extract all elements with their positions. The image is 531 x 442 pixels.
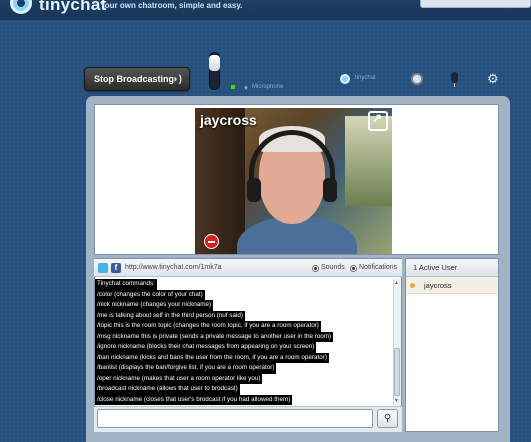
user-name[interactable]: jaycross — [424, 281, 452, 290]
chat-line: /broadcast nickname (allows that user to… — [95, 384, 240, 395]
notifications-label: Notifications — [359, 264, 398, 271]
mic-level-indicator — [230, 84, 236, 90]
fullscreen-icon[interactable] — [368, 111, 388, 131]
video-username: jaycross — [200, 112, 257, 128]
chat-line: /close nickname (closes that user's brod… — [95, 394, 293, 405]
scroll-down-icon[interactable]: ▼ — [394, 398, 399, 404]
stop-broadcasting-button[interactable]: Stop Broadcasting ◗) — [84, 67, 190, 91]
chat-line: /topic this is the room topic (changes t… — [95, 321, 321, 332]
video-headset-right — [323, 178, 337, 202]
chat-line: /ignore nickname (blocks their chat mess… — [95, 342, 317, 353]
webcam-icon[interactable] — [411, 73, 423, 85]
room-link[interactable]: http://www.tinychat.com/1mk7a — [125, 264, 221, 271]
close-video-icon[interactable] — [204, 234, 219, 249]
sounds-radio[interactable] — [312, 265, 319, 272]
volume-slider-knob[interactable] — [209, 55, 220, 71]
magnifier-icon: ⚲ — [383, 413, 392, 424]
chat-input[interactable] — [97, 409, 373, 428]
chat-line: /ban nickname (kicks and bans the user f… — [95, 352, 329, 363]
user-status-dot — [410, 283, 415, 288]
send-button[interactable]: ⚲ — [377, 409, 398, 428]
video-headset-left — [247, 178, 261, 202]
tinychat-mini-icon[interactable] — [340, 74, 350, 84]
video-bookshelf — [195, 108, 245, 254]
gear-icon[interactable]: ⚙ — [487, 71, 499, 87]
stop-broadcasting-label: Stop Broadcasting — [94, 74, 175, 84]
chat-line: /me is talking about self in the third p… — [95, 310, 245, 321]
microphone-stand — [454, 83, 455, 87]
chat-line: /banlist (displays the ban/forgive list,… — [95, 363, 277, 374]
tagline: Your own chatroom, simple and easy. — [100, 1, 243, 10]
chat-line: /color (changes the color of your chat) — [95, 289, 205, 300]
tinychat-mini-label: tinychat — [355, 75, 376, 81]
twitter-icon[interactable] — [98, 263, 108, 273]
chat-line: /oper nickname (makes that user a room o… — [95, 373, 263, 384]
user-list-item[interactable] — [406, 277, 498, 294]
notifications-radio[interactable] — [350, 265, 357, 272]
microphone-label: Microphone — [252, 84, 284, 90]
facebook-icon[interactable]: f — [111, 263, 121, 273]
users-header: 1 Active User — [406, 259, 498, 277]
microphone-small-icon: ♦ — [244, 83, 249, 92]
chat-log: Tinychat commands: /color (changes the c… — [95, 279, 393, 405]
chat-scroll-thumb[interactable] — [394, 348, 400, 396]
chat-line: Tinychat commands: — [95, 279, 157, 290]
video-feed — [195, 108, 392, 254]
chat-line: /nick nickname (changes your nickname) — [95, 300, 214, 311]
microphone-icon[interactable] — [451, 72, 458, 83]
chat-line: /msg nickname this is private (sends a p… — [95, 331, 334, 342]
scroll-up-icon[interactable]: ▲ — [394, 280, 399, 286]
sounds-label: Sounds — [321, 264, 345, 271]
broadcast-icon: ◗) — [172, 74, 182, 85]
logo-text: tinychat — [39, 0, 107, 14]
header-search-box[interactable] — [420, 0, 531, 8]
